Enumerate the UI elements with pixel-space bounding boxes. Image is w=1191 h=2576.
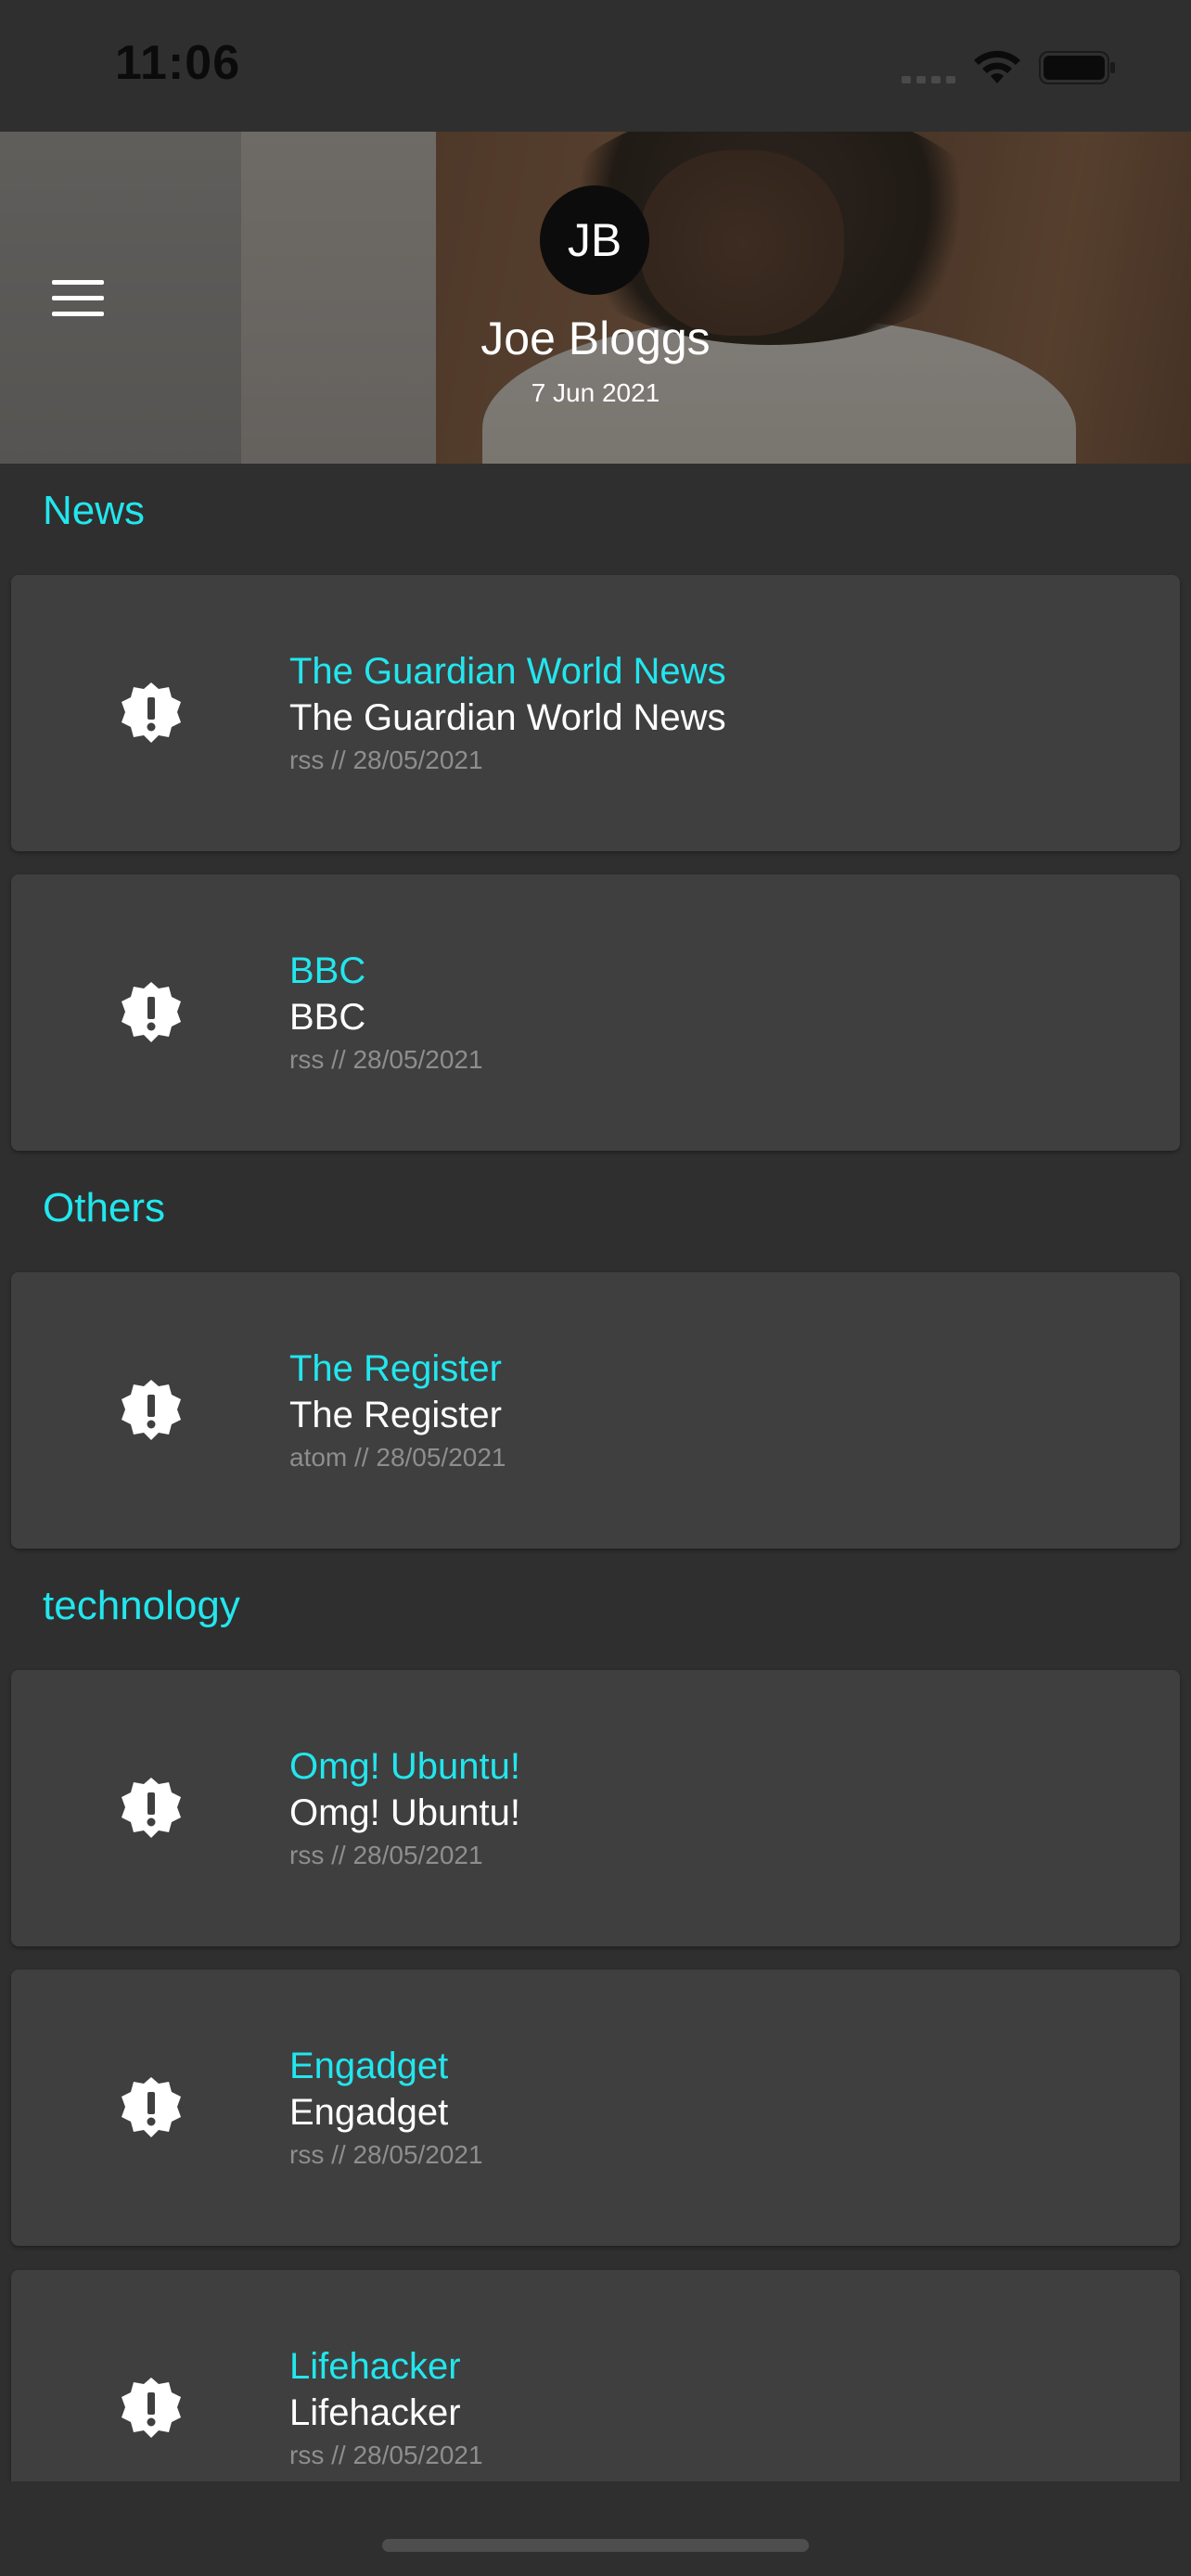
feed-subtitle: BBC — [289, 997, 366, 1038]
cellular-signal-icon — [902, 76, 955, 83]
status-bar: 11:06 — [0, 0, 1191, 132]
feed-subtitle: The Register — [289, 1395, 502, 1435]
feed-card[interactable]: BBC BBC rss // 28/05/2021 — [11, 874, 1180, 1151]
feed-title: Omg! Ubuntu! — [289, 1746, 521, 1787]
feed-card[interactable]: The Guardian World News The Guardian Wor… — [11, 575, 1180, 851]
user-name: Joe Bloggs — [480, 312, 711, 364]
feed-meta: rss // 28/05/2021 — [289, 2441, 483, 2469]
feed-subtitle: Lifehacker — [289, 2392, 461, 2433]
home-indicator[interactable] — [382, 2539, 809, 2552]
feed-title: Engadget — [289, 2046, 449, 2086]
feed-card[interactable]: Omg! Ubuntu! Omg! Ubuntu! rss // 28/05/2… — [11, 1670, 1180, 1946]
alert-badge-icon — [122, 1778, 181, 1838]
feed-meta: rss // 28/05/2021 — [289, 1841, 483, 1869]
avatar[interactable]: JB — [540, 185, 649, 295]
feed-meta: rss // 28/05/2021 — [289, 2140, 483, 2169]
alert-badge-icon — [122, 1380, 181, 1440]
battery-icon — [1039, 51, 1115, 84]
status-time: 11:06 — [115, 36, 241, 90]
feed-subtitle: Omg! Ubuntu! — [289, 1792, 521, 1833]
feed-meta: atom // 28/05/2021 — [289, 1443, 506, 1472]
profile-header — [0, 132, 1191, 464]
alert-badge-icon — [122, 982, 181, 1042]
bottom-safe-area — [0, 2481, 1191, 2576]
feed-title: The Guardian World News — [289, 651, 726, 692]
feed-title: The Register — [289, 1348, 502, 1389]
wifi-icon — [974, 50, 1020, 83]
section-title-others: Others — [43, 1185, 166, 1231]
avatar-initials: JB — [567, 214, 622, 266]
feed-title: Lifehacker — [289, 2346, 461, 2387]
header-date: 7 Jun 2021 — [531, 378, 660, 407]
feed-meta: rss // 28/05/2021 — [289, 1045, 483, 1074]
feed-title: BBC — [289, 950, 366, 991]
feed-subtitle: Engadget — [289, 2092, 449, 2133]
feed-card[interactable]: Engadget Engadget rss // 28/05/2021 — [11, 1970, 1180, 2246]
section-title-technology: technology — [43, 1583, 240, 1628]
feed-card[interactable]: The Register The Register atom // 28/05/… — [11, 1272, 1180, 1549]
feed-meta: rss // 28/05/2021 — [289, 746, 483, 774]
alert-badge-icon — [122, 2077, 181, 2137]
alert-badge-icon — [122, 2378, 181, 2438]
section-title-news: News — [43, 488, 146, 533]
alert-badge-icon — [122, 682, 181, 743]
feed-subtitle: The Guardian World News — [289, 697, 726, 738]
